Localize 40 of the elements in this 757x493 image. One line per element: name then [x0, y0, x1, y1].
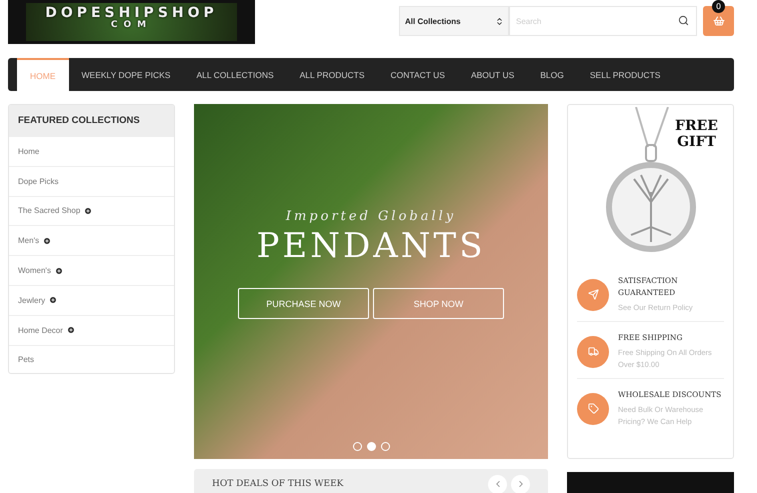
nav-link[interactable]: ALL COLLECTIONS: [183, 58, 287, 91]
sort-caret-icon: [495, 16, 504, 26]
sidebar-item[interactable]: Pets: [9, 344, 174, 373]
search-icon[interactable]: [678, 15, 689, 26]
nav-link[interactable]: ABOUT US: [458, 58, 528, 91]
carousel-dot[interactable]: [366, 442, 376, 451]
section-title: HOT DEALS OF THIS WEEK: [212, 479, 344, 489]
gift-label: FREE GIFT: [674, 118, 719, 150]
sidebar-item[interactable]: Jewlery: [9, 284, 174, 315]
hero-title: PENDANTS: [256, 226, 486, 266]
cart-count: 0: [712, 0, 725, 13]
expand-icon[interactable]: [43, 236, 52, 245]
nav-link[interactable]: WEEKLY DOPE PICKS: [68, 58, 184, 91]
hero-button[interactable]: SHOP NOW: [373, 288, 504, 319]
sidebar-item[interactable]: Men's: [9, 225, 174, 256]
hero-button[interactable]: PURCHASE NOW: [238, 288, 369, 319]
sidebar-item[interactable]: Dope Picks: [9, 166, 174, 196]
truck-icon: [577, 336, 609, 368]
paper-plane-icon: [577, 278, 609, 310]
nav-link[interactable]: ALL PRODUCTS: [286, 58, 378, 91]
collection-select[interactable]: All Collections: [399, 6, 509, 36]
logo[interactable]: DOPESHIPSHOP COM: [8, 0, 255, 44]
hero-subtitle: Imported Globally: [286, 209, 456, 224]
sidebar-item[interactable]: Women's: [9, 255, 174, 285]
nav-link[interactable]: SELL PRODUCTS: [576, 58, 674, 91]
expand-icon[interactable]: [66, 326, 75, 334]
logo-text: DOPESHIPSHOP COM: [26, 3, 237, 41]
carousel-dot[interactable]: [352, 442, 362, 451]
sidebar-item[interactable]: Home: [9, 136, 174, 166]
basket-icon: [712, 15, 724, 27]
sidebar-title: FEATURED COLLECTIONS: [9, 105, 174, 136]
expand-icon[interactable]: [84, 206, 92, 215]
nav-link[interactable]: CONTACT US: [378, 58, 458, 91]
sidebar-item[interactable]: The Sacred Shop: [9, 196, 174, 226]
sidebar-item[interactable]: Home Decor: [9, 314, 174, 345]
nav-link[interactable]: BLOG: [527, 58, 577, 91]
expand-icon[interactable]: [49, 296, 58, 304]
carousel-dot[interactable]: [380, 442, 390, 451]
expand-icon[interactable]: [54, 266, 63, 275]
tag-icon: [577, 392, 609, 424]
